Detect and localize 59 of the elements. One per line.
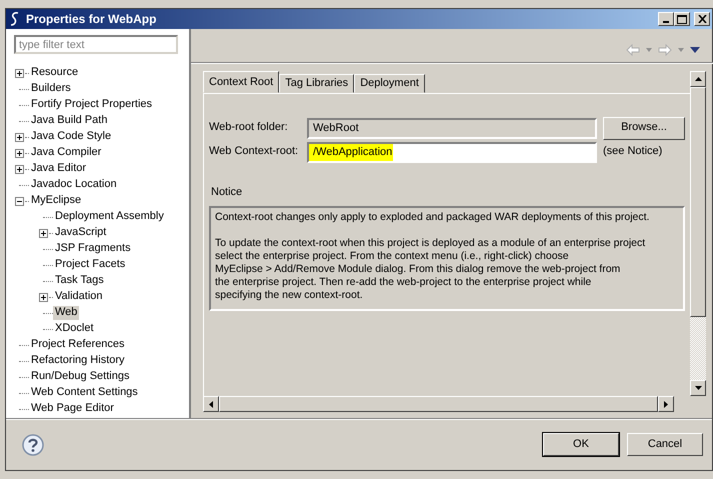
notice-text: Context-root changes only apply to exploded and packaged WAR deployments of this project. To update the context-root when this project is deployed as a module of an enterprise project select the enterprise project. From the context menu (i.e., right-click) choose MyEclipse > Add/Remove Module dialog. From this dialog remove the web-project from the enterprise project. Then re-add the web-project to the enterprise project while specifying the new context-root. [209, 206, 685, 312]
left-arrow-icon [209, 400, 213, 408]
tree-item[interactable]: Resource [29, 66, 80, 80]
notice-label: Notice [211, 186, 244, 200]
tab[interactable]: Context Root [203, 71, 280, 93]
tree-item[interactable]: XDoclet [53, 322, 96, 336]
maximize-button[interactable] [674, 12, 690, 26]
expand-icon[interactable] [39, 292, 48, 302]
close-button[interactable] [694, 12, 710, 26]
tree-item[interactable]: Builders [29, 82, 73, 96]
down-arrow-icon [694, 386, 702, 390]
tree-item[interactable]: MyEclipse [29, 194, 84, 208]
tree-item[interactable]: Run/Debug Settings [29, 370, 132, 384]
tree-item[interactable]: Web Content Settings [29, 386, 140, 400]
tree-item[interactable]: Project Facets [53, 258, 128, 272]
minimize-button[interactable] [658, 12, 674, 26]
cancel-button[interactable]: Cancel [627, 433, 703, 456]
tree-item[interactable]: Java Compiler [29, 146, 104, 160]
view-menu-icon[interactable] [690, 46, 700, 52]
expand-icon[interactable] [15, 148, 24, 158]
tree-item[interactable]: Web [53, 306, 80, 320]
scroll-up-button[interactable] [690, 71, 706, 87]
collapse-icon[interactable] [15, 196, 24, 206]
tree-item[interactable]: Refactoring History [29, 354, 127, 368]
tree-item[interactable]: Project References [29, 338, 127, 352]
tree-item[interactable]: Deployment Assembly [53, 210, 166, 224]
tree-item[interactable]: Fortify Project Properties [29, 98, 154, 112]
scroll-left-button[interactable] [203, 396, 219, 412]
maximize-icon [677, 14, 687, 24]
right-arrow-icon [664, 400, 668, 408]
expand-icon[interactable] [15, 132, 24, 142]
tree-item[interactable]: Task Tags [53, 274, 106, 288]
tree-item[interactable]: Java Editor [29, 162, 88, 176]
scroll-right-button[interactable] [658, 396, 674, 412]
tree-item[interactable]: Web Page Editor [29, 402, 116, 416]
tree-item[interactable]: Java Code Style [29, 130, 114, 144]
tab[interactable]: Tag Libraries [279, 74, 354, 93]
expand-icon[interactable] [15, 68, 24, 78]
text-field[interactable]: /WebApplication [307, 142, 597, 162]
hint-text: (see Notice) [603, 145, 662, 159]
tree-item[interactable]: Javadoc Location [29, 178, 119, 192]
help-icon[interactable] [22, 434, 44, 456]
tree-item[interactable]: Validation [53, 290, 104, 304]
tree-item[interactable]: JSP Fragments [53, 242, 133, 256]
tab[interactable]: Deployment [354, 74, 425, 93]
tree-item[interactable]: JavaScript [53, 226, 108, 240]
field-label: Web-root folder: [209, 121, 289, 135]
up-arrow-icon [694, 77, 702, 81]
expand-icon[interactable] [15, 164, 24, 174]
expand-icon[interactable] [39, 228, 48, 238]
close-icon [698, 15, 706, 23]
ok-button[interactable]: OK [543, 433, 619, 456]
scrollbar-thumb[interactable] [690, 87, 706, 317]
scroll-down-button[interactable] [690, 380, 706, 396]
field-label: Web Context-root: [209, 145, 300, 159]
tree-item[interactable]: Java Build Path [29, 114, 110, 128]
scrollbar-thumb[interactable] [219, 396, 658, 412]
filter-field[interactable]: type filter text [14, 35, 178, 54]
window-title: Properties for WebApp [26, 12, 156, 26]
